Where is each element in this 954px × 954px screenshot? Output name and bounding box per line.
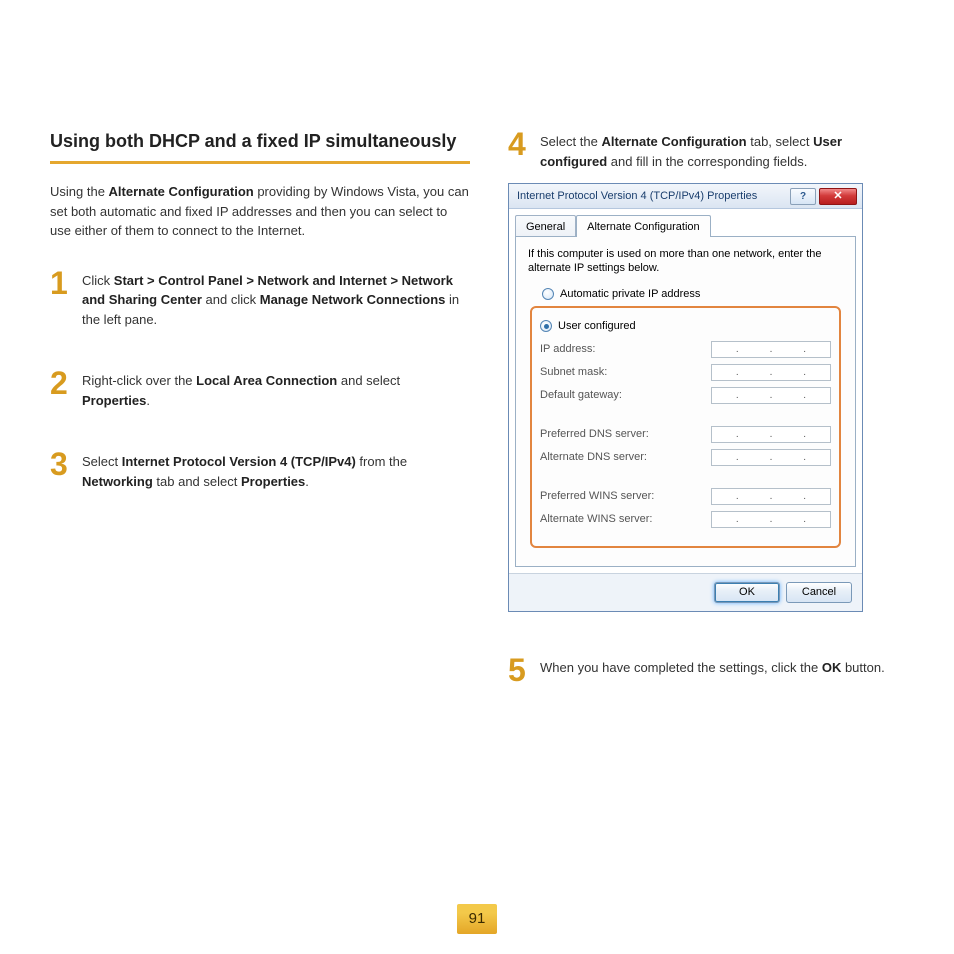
radio-auto-label: Automatic private IP address [560,286,700,303]
step-3-text: Select Internet Protocol Version 4 (TCP/… [82,450,470,491]
alternate-wins-label: Alternate WINS server: [540,511,652,528]
subnet-mask-input[interactable]: . . . [711,364,831,381]
section-title: Using both DHCP and a fixed IP simultane… [50,130,470,153]
help-button[interactable]: ? [790,188,816,205]
step-2-text: Right-click over the Local Area Connecti… [82,369,470,410]
intro-t1: Using the [50,184,109,199]
ip-address-label: IP address: [540,341,595,358]
step-1: 1 Click Start > Control Panel > Network … [50,269,470,330]
step-3-number: 3 [50,450,74,479]
field-alternate-dns: Alternate DNS server: . . . [540,449,831,466]
page-number: 91 [457,904,497,934]
tab-note: If this computer is used on more than on… [528,247,843,276]
radio-user-label: User configured [558,318,636,335]
preferred-dns-label: Preferred DNS server: [540,426,649,443]
default-gateway-label: Default gateway: [540,387,622,404]
step-5-text: When you have completed the settings, cl… [540,656,885,678]
dialog-footer: OK Cancel [509,573,862,611]
radio-icon [540,320,552,332]
step-2-number: 2 [50,369,74,398]
preferred-wins-label: Preferred WINS server: [540,488,654,505]
alternate-dns-input[interactable]: . . . [711,449,831,466]
radio-icon [542,288,554,300]
intro-paragraph: Using the Alternate Configuration provid… [50,182,470,241]
dialog-title: Internet Protocol Version 4 (TCP/IPv4) P… [517,188,790,205]
ok-button[interactable]: OK [714,582,780,603]
user-configured-highlight: User configured IP address: . . . Subnet… [530,306,841,548]
preferred-wins-input[interactable]: . . . [711,488,831,505]
section-underline [50,161,470,164]
step-4-text: Select the Alternate Configuration tab, … [540,130,908,171]
default-gateway-input[interactable]: . . . [711,387,831,404]
intro-b1: Alternate Configuration [109,184,254,199]
radio-auto-private-ip[interactable]: Automatic private IP address [542,286,843,303]
step-5: 5 When you have completed the settings, … [508,656,908,685]
field-subnet-mask: Subnet mask: . . . [540,364,831,381]
step-1-text: Click Start > Control Panel > Network an… [82,269,470,330]
dialog-titlebar[interactable]: Internet Protocol Version 4 (TCP/IPv4) P… [509,184,862,209]
step-4-number: 4 [508,130,532,159]
alternate-dns-label: Alternate DNS server: [540,449,647,466]
subnet-mask-label: Subnet mask: [540,364,607,381]
tab-content: If this computer is used on more than on… [515,236,856,567]
field-alternate-wins: Alternate WINS server: . . . [540,511,831,528]
field-preferred-wins: Preferred WINS server: . . . [540,488,831,505]
radio-user-configured[interactable]: User configured [540,318,831,335]
step-4: 4 Select the Alternate Configuration tab… [508,130,908,171]
alternate-wins-input[interactable]: . . . [711,511,831,528]
tab-general[interactable]: General [515,215,576,236]
tab-alternate-configuration[interactable]: Alternate Configuration [576,215,711,237]
tab-row: General Alternate Configuration [515,215,856,236]
field-default-gateway: Default gateway: . . . [540,387,831,404]
field-preferred-dns: Preferred DNS server: . . . [540,426,831,443]
preferred-dns-input[interactable]: . . . [711,426,831,443]
step-1-number: 1 [50,269,74,298]
cancel-button[interactable]: Cancel [786,582,852,603]
ip-address-input[interactable]: . . . [711,341,831,358]
step-3: 3 Select Internet Protocol Version 4 (TC… [50,450,470,491]
ipv4-properties-dialog: Internet Protocol Version 4 (TCP/IPv4) P… [508,183,863,612]
step-2: 2 Right-click over the Local Area Connec… [50,369,470,410]
step-5-number: 5 [508,656,532,685]
close-button[interactable]: ✕ [819,188,857,205]
field-ip-address: IP address: . . . [540,341,831,358]
